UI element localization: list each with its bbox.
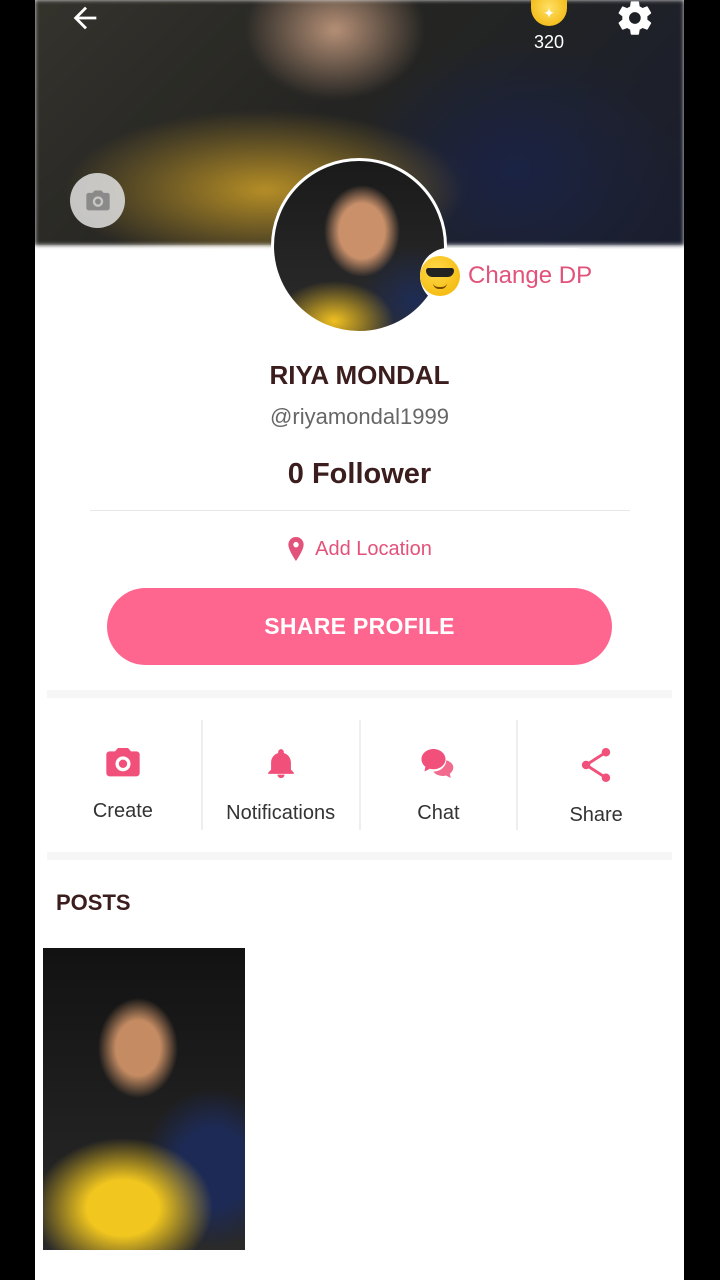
action-bar: Create Notifications Chat Share	[45, 720, 674, 830]
change-cover-button[interactable]	[70, 173, 125, 228]
change-dp-label: Change DP	[468, 262, 593, 289]
divider	[90, 510, 630, 511]
add-location-label: Add Location	[315, 537, 432, 560]
camera-icon	[106, 748, 140, 777]
coins-count: 320	[533, 32, 565, 52]
bell-icon	[267, 749, 294, 779]
back-button[interactable]	[65, 0, 105, 36]
settings-button[interactable]	[615, 0, 655, 36]
share-action[interactable]: Share	[518, 720, 674, 830]
arrow-left-icon	[73, 6, 97, 30]
create-action[interactable]: Create	[45, 720, 203, 830]
chat-action[interactable]: Chat	[361, 720, 519, 830]
gear-icon	[618, 1, 652, 35]
share-profile-button[interactable]: SHARE PROFILE	[107, 588, 612, 665]
location-pin-icon	[288, 537, 304, 561]
share-label: Share	[569, 804, 623, 826]
profile-handle: @riyamondal1999	[270, 404, 449, 429]
profile-name: RIYA MONDAL	[269, 360, 450, 390]
chat-label: Chat	[417, 802, 460, 824]
profile-screen: ✦ 320 Change DP RIYA MONDAL @riyamondal1…	[35, 0, 684, 1280]
add-location-link[interactable]: Add Location	[35, 537, 684, 561]
section-separator	[47, 852, 672, 860]
notifications-action[interactable]: Notifications	[203, 720, 361, 830]
share-icon	[581, 748, 611, 782]
post-thumbnail[interactable]	[43, 948, 245, 1250]
change-dp-button[interactable]: Change DP	[420, 248, 603, 304]
camera-icon	[85, 190, 110, 210]
section-separator	[47, 690, 672, 698]
profile-avatar[interactable]	[271, 158, 447, 334]
sunglasses-emoji-icon	[420, 256, 460, 296]
coin-icon: ✦	[531, 0, 567, 26]
coins-balance[interactable]: ✦ 320	[523, 0, 575, 56]
chat-icon	[421, 749, 454, 778]
notifications-label: Notifications	[226, 802, 336, 824]
posts-heading: POSTS	[56, 890, 131, 915]
follower-count[interactable]: 0 Follower	[35, 458, 684, 491]
create-label: Create	[92, 800, 153, 822]
